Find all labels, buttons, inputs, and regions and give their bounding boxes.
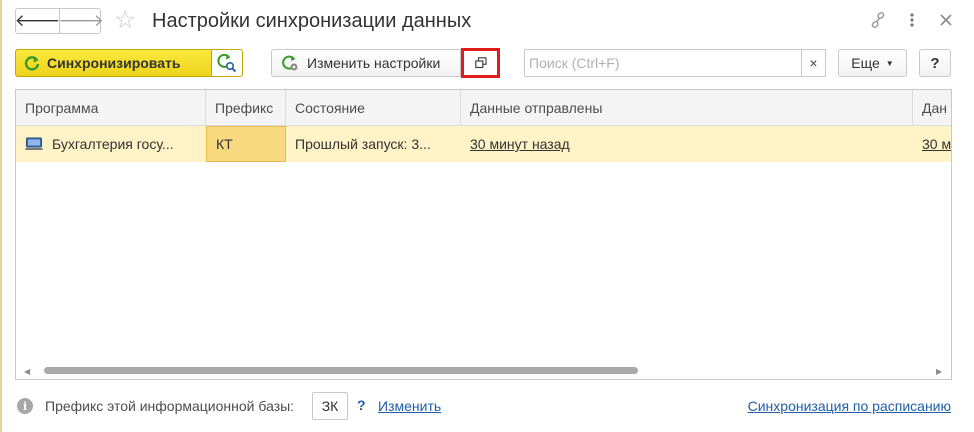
more-label: Еще xyxy=(851,55,880,71)
cell-received[interactable]: 30 м xyxy=(913,126,951,162)
scrollbar-thumb[interactable] xyxy=(44,367,638,374)
help-label: ? xyxy=(930,54,940,72)
title-bar: 🡐 🡒 ☆ Настройки синхронизации данных xyxy=(0,0,974,42)
toolbar: Синхронизировать Изменить настройки × Ещ… xyxy=(0,47,974,79)
clear-icon: × xyxy=(809,55,818,71)
caret-down-icon: ▼ xyxy=(885,58,894,68)
search-clear-button[interactable]: × xyxy=(801,49,826,77)
help-button[interactable]: ? xyxy=(919,49,951,77)
info-icon: i xyxy=(17,398,33,414)
column-header-sent[interactable]: Данные отправлены xyxy=(461,90,913,126)
cell-sent[interactable]: 30 минут назад xyxy=(461,126,913,162)
program-name: Бухгалтерия госу... xyxy=(52,136,174,152)
change-settings-label: Изменить настройки xyxy=(307,55,441,71)
synchronize-label: Синхронизировать xyxy=(47,55,181,71)
close-svg xyxy=(940,14,952,26)
arrow-right-icon: 🡒 xyxy=(58,11,104,30)
synchronize-button[interactable]: Синхронизировать xyxy=(15,49,212,77)
dots-svg xyxy=(910,13,914,27)
schedule-sync-link[interactable]: Синхронизация по расписанию xyxy=(748,398,951,414)
prefix-label: Префикс этой информационной базы: xyxy=(45,398,295,414)
table-header: Программа Префикс Состояние Данные отпра… xyxy=(16,90,951,126)
settings-sync-icon xyxy=(282,55,298,71)
sync-table: Программа Префикс Состояние Данные отпра… xyxy=(15,89,952,380)
forward-button[interactable]: 🡒 xyxy=(58,9,104,33)
computer-icon xyxy=(25,137,43,150)
more-button[interactable]: Еще ▼ xyxy=(838,49,907,77)
column-header-program[interactable]: Программа xyxy=(16,90,206,126)
received-link[interactable]: 30 м xyxy=(922,136,951,152)
sent-link[interactable]: 30 минут назад xyxy=(470,136,570,152)
favorite-star-icon[interactable]: ☆ xyxy=(114,7,136,33)
search-input[interactable] xyxy=(524,49,801,77)
sync-check-button[interactable] xyxy=(212,49,243,77)
change-settings-button[interactable]: Изменить настройки xyxy=(271,49,461,77)
page-title: Настройки синхронизации данных xyxy=(152,10,472,32)
open-in-new-window-button[interactable] xyxy=(461,48,500,78)
scroll-right-icon[interactable]: ▶ xyxy=(936,367,942,376)
close-icon[interactable] xyxy=(936,10,956,30)
column-header-received[interactable]: Дан xyxy=(913,90,951,126)
arrow-left-icon: 🡐 xyxy=(14,11,61,30)
back-button[interactable]: 🡐 xyxy=(14,9,61,33)
change-prefix-link[interactable]: Изменить xyxy=(378,398,441,414)
more-vertical-icon[interactable] xyxy=(902,10,922,30)
open-window-icon xyxy=(474,57,487,69)
cell-state[interactable]: Прошлый запуск: 3... xyxy=(286,126,461,162)
column-header-state[interactable]: Состояние xyxy=(286,90,461,126)
column-header-prefix[interactable]: Префикс xyxy=(206,90,286,126)
link-icon-svg xyxy=(871,11,885,29)
sync-icon xyxy=(24,56,40,71)
cell-prefix[interactable]: КТ xyxy=(206,126,286,162)
link-icon[interactable] xyxy=(868,10,888,30)
footer: i Префикс этой информационной базы: ЗК ?… xyxy=(0,391,974,421)
scroll-left-icon[interactable]: ◀ xyxy=(24,367,30,376)
prefix-help-icon[interactable]: ? xyxy=(357,397,366,413)
cell-program[interactable]: Бухгалтерия госу... xyxy=(16,126,206,162)
sync-search-icon xyxy=(217,53,237,73)
horizontal-scrollbar[interactable]: ◀ ▶ xyxy=(16,363,951,379)
prefix-field[interactable]: ЗК xyxy=(312,392,348,420)
table-row[interactable]: Бухгалтерия госу... КТ Прошлый запуск: 3… xyxy=(16,126,951,162)
title-actions xyxy=(868,10,956,30)
navigation-buttons: 🡐 🡒 xyxy=(14,8,104,34)
